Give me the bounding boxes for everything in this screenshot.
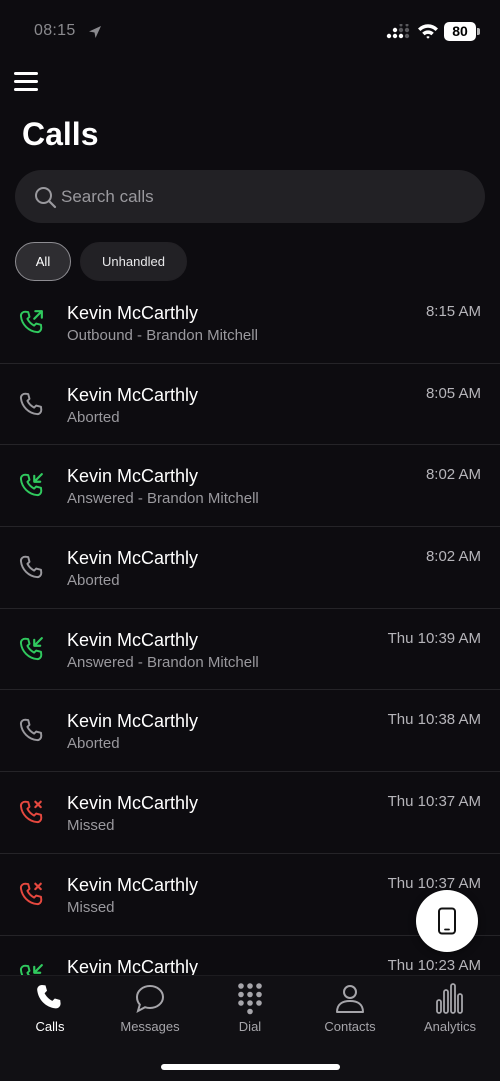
call-time: Thu 10:38 AM <box>387 711 481 729</box>
person-icon <box>336 985 364 1013</box>
status-time: 08:15 <box>34 22 76 39</box>
call-row[interactable]: Kevin McCarthly Aborted 8:05 AM <box>0 364 500 446</box>
device-switch-button[interactable] <box>416 890 478 952</box>
call-detail: Aborted <box>67 735 120 753</box>
call-time: Thu 10:37 AM <box>387 874 481 892</box>
phone-incoming-icon <box>19 473 43 497</box>
search-input[interactable] <box>61 170 461 223</box>
caller-name: Kevin McCarthly <box>67 793 199 814</box>
battery-indicator: 80 <box>444 22 476 41</box>
call-detail: Answered - Brandon Mitchell <box>67 653 259 671</box>
location-arrow-icon <box>89 26 101 38</box>
caller-name: Kevin McCarthly <box>67 466 199 487</box>
call-detail: Aborted <box>67 408 120 426</box>
home-indicator <box>161 1064 340 1070</box>
tab-contacts[interactable]: Contacts <box>300 976 400 1040</box>
call-row[interactable]: Kevin McCarthly Outbound - Brandon Mitche… <box>0 282 500 364</box>
phone-icon <box>19 719 43 742</box>
tab-label: Dial <box>238 1019 262 1034</box>
call-list: Kevin McCarthly Outbound - Brandon Mitche… <box>0 282 500 975</box>
status-bar: 08:15 80 <box>0 0 500 62</box>
phone-icon <box>37 985 61 1009</box>
call-detail: Aborted <box>67 572 120 590</box>
tab-label: Analytics <box>423 1019 477 1034</box>
call-time: Thu 10:39 AM <box>387 629 481 647</box>
call-row[interactable]: Kevin McCarthly Answered - Brandon Mitche… <box>0 445 500 528</box>
tab-messages[interactable]: Messages <box>100 976 200 1040</box>
call-time: 8:15 AM <box>425 303 481 320</box>
phone-missed-icon <box>19 882 43 905</box>
menu-button[interactable] <box>12 68 40 94</box>
caller-name: Kevin McCarthly <box>67 629 199 650</box>
phone-incoming-icon <box>19 963 43 975</box>
call-time: 8:02 AM <box>425 466 481 484</box>
tab-dial[interactable]: Dial <box>200 976 300 1040</box>
caller-name: Kevin McCarthly <box>67 384 199 405</box>
bar-chart-icon <box>436 983 463 1014</box>
chat-bubble-icon <box>135 984 165 1014</box>
filter-chip-all[interactable]: All <box>15 242 71 281</box>
search-icon <box>35 187 57 209</box>
mobile-phone-icon <box>438 907 456 935</box>
phone-icon <box>19 392 43 415</box>
dialpad-icon <box>238 983 262 1015</box>
cellular-signal-icon <box>386 24 410 39</box>
page-title: Calls <box>22 116 99 152</box>
tab-label: Contacts <box>324 1019 376 1034</box>
phone-missed-icon <box>19 800 43 824</box>
call-detail: Answered - Brandon Mitchell <box>67 490 259 508</box>
phone-outgoing-icon <box>19 310 43 334</box>
search-bar[interactable] <box>15 170 485 223</box>
tab-calls[interactable]: Calls <box>0 976 100 1040</box>
caller-name: Kevin McCarthly <box>67 711 199 732</box>
calls-screen: 08:15 80 Calls All Unhandled Kev <box>0 0 500 1081</box>
phone-incoming-icon <box>19 636 43 660</box>
call-row[interactable]: Kevin McCarthly Aborted Thu 10:38 AM <box>0 690 500 773</box>
call-time: Thu 10:37 AM <box>387 793 481 811</box>
tab-analytics[interactable]: Analytics <box>400 976 500 1040</box>
call-time: 8:02 AM <box>425 548 481 566</box>
call-detail: Outbound - Brandon Mitchell <box>67 327 258 344</box>
wifi-icon <box>418 24 438 39</box>
tab-label: Calls <box>35 1019 65 1034</box>
filter-chip-unhandled[interactable]: Unhandled <box>80 242 187 281</box>
tab-label: Messages <box>120 1019 180 1034</box>
call-time: Thu 10:23 AM <box>387 956 481 974</box>
call-row[interactable]: Kevin McCarthly Missed Thu 10:37 AM <box>0 772 500 854</box>
caller-name: Kevin McCarthly <box>67 548 199 569</box>
call-detail: Missed <box>67 817 115 835</box>
call-row[interactable]: Kevin McCarthly Answered - Brandon Mitche… <box>0 609 500 691</box>
caller-name: Kevin McCarthly <box>67 874 199 895</box>
phone-icon <box>19 555 43 579</box>
caller-name: Kevin McCarthly <box>67 956 199 976</box>
call-time: 8:05 AM <box>425 384 481 402</box>
battery-cap <box>477 28 480 35</box>
call-row[interactable]: Kevin McCarthly Aborted 8:02 AM <box>0 527 500 609</box>
caller-name: Kevin McCarthly <box>67 303 199 323</box>
call-detail: Missed <box>67 898 115 916</box>
